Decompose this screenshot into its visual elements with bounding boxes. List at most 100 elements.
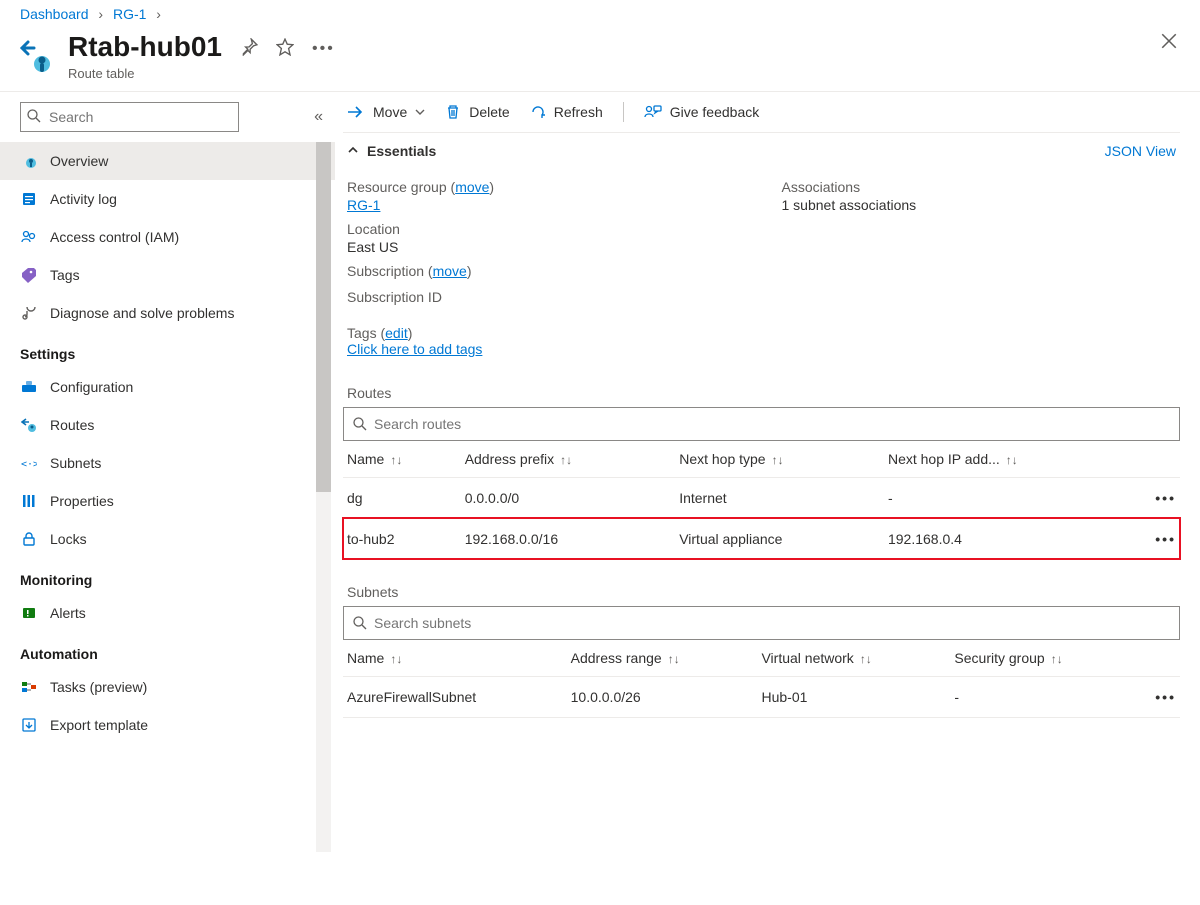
sidebar-item-label: Export template <box>50 717 148 733</box>
sort-icon: ↑↓ <box>860 652 872 666</box>
subnet-range: 10.0.0.0/26 <box>567 676 758 717</box>
subscription-label: Subscription <box>347 263 424 279</box>
routes-search-input[interactable] <box>344 408 1179 440</box>
feedback-button[interactable]: Give feedback <box>644 104 760 120</box>
feedback-label: Give feedback <box>670 104 760 120</box>
sidebar-item-access-control[interactable]: Access control (IAM) <box>0 218 335 256</box>
properties-icon <box>20 492 38 510</box>
star-icon[interactable] <box>276 38 294 59</box>
breadcrumb-item-rg[interactable]: RG-1 <box>113 6 146 22</box>
arrow-right-icon <box>347 105 365 119</box>
route-name: dg <box>343 477 461 518</box>
sidebar-search-input[interactable] <box>20 102 239 132</box>
table-row[interactable]: dg0.0.0.0/0Internet-••• <box>343 477 1180 518</box>
subnet-name: AzureFirewallSubnet <box>343 676 567 717</box>
essentials-collapse-icon[interactable] <box>347 143 359 159</box>
move-label: Move <box>373 104 407 120</box>
sort-icon: ↑↓ <box>390 652 402 666</box>
subnets-title: Subnets <box>347 584 1180 600</box>
sidebar-item-diagnose[interactable]: Diagnose and solve problems <box>0 294 335 332</box>
routes-col-hopip[interactable]: Next hop IP add...↑↓ <box>884 441 1140 478</box>
resource-group-move-link[interactable]: move <box>455 179 489 195</box>
delete-icon <box>445 104 461 120</box>
chevron-down-icon <box>415 107 425 117</box>
associations-label: Associations <box>782 179 1177 195</box>
refresh-button[interactable]: Refresh <box>530 104 603 120</box>
sidebar-section-automation: Automation <box>0 632 335 668</box>
sidebar-item-label: Overview <box>50 153 108 169</box>
routes-col-prefix[interactable]: Address prefix↑↓ <box>461 441 676 478</box>
delete-button[interactable]: Delete <box>445 104 509 120</box>
sidebar-section-monitoring: Monitoring <box>0 558 335 594</box>
subnets-col-sg[interactable]: Security group↑↓ <box>950 640 1140 677</box>
routes-col-hoptype[interactable]: Next hop type↑↓ <box>675 441 884 478</box>
subscription-move-link[interactable]: move <box>433 263 467 279</box>
sidebar-item-label: Subnets <box>50 455 101 471</box>
resource-group-value-link[interactable]: RG-1 <box>347 197 380 213</box>
sidebar-item-overview[interactable]: Overview <box>0 142 335 180</box>
toolbar-separator <box>623 102 624 122</box>
close-icon[interactable] <box>1160 32 1178 53</box>
sort-icon: ↑↓ <box>1006 453 1018 467</box>
table-row[interactable]: to-hub2192.168.0.0/16Virtual appliance19… <box>343 518 1180 559</box>
sidebar-item-label: Routes <box>50 417 94 433</box>
table-row[interactable]: AzureFirewallSubnet10.0.0.0/26Hub-01-••• <box>343 676 1180 717</box>
sidebar-item-export-template[interactable]: Export template <box>0 706 335 744</box>
tags-edit-link[interactable]: edit <box>385 325 408 341</box>
location-label: Location <box>347 221 742 237</box>
sidebar-item-activity-log[interactable]: Activity log <box>0 180 335 218</box>
pin-icon[interactable] <box>240 38 258 59</box>
sidebar-item-configuration[interactable]: Configuration <box>0 368 335 406</box>
scrollbar-thumb[interactable] <box>316 142 331 492</box>
breadcrumb-item-dashboard[interactable]: Dashboard <box>20 6 89 22</box>
chevron-right-icon: › <box>98 6 103 22</box>
route-table-icon <box>20 38 56 74</box>
tags-add-link[interactable]: Click here to add tags <box>347 341 482 357</box>
sidebar-item-tasks[interactable]: Tasks (preview) <box>0 668 335 706</box>
sidebar-item-label: Locks <box>50 531 87 547</box>
alerts-icon <box>20 604 38 622</box>
sort-icon: ↑↓ <box>1051 652 1063 666</box>
subnets-col-name[interactable]: Name↑↓ <box>343 640 567 677</box>
routes-icon <box>20 416 38 434</box>
subnets-search-input[interactable] <box>344 607 1179 639</box>
sidebar-item-alerts[interactable]: Alerts <box>0 594 335 632</box>
collapse-sidebar-icon[interactable]: « <box>314 108 323 126</box>
search-icon <box>352 615 368 634</box>
sidebar-item-tags[interactable]: Tags <box>0 256 335 294</box>
row-actions-icon[interactable]: ••• <box>1155 531 1176 547</box>
route-hopip: 192.168.0.4 <box>884 518 1140 559</box>
overview-icon <box>20 152 38 170</box>
page-title: Rtab-hub01 <box>68 30 222 64</box>
route-name: to-hub2 <box>343 518 461 559</box>
json-view-link[interactable]: JSON View <box>1105 143 1176 159</box>
refresh-label: Refresh <box>554 104 603 120</box>
more-icon[interactable]: ••• <box>312 40 335 58</box>
sidebar-item-subnets[interactable]: <·> Subnets <box>0 444 335 482</box>
sidebar-item-label: Properties <box>50 493 114 509</box>
location-value: East US <box>347 239 742 255</box>
subnets-col-range[interactable]: Address range↑↓ <box>567 640 758 677</box>
sidebar-section-settings: Settings <box>0 332 335 368</box>
refresh-icon <box>530 104 546 120</box>
resource-group-label: Resource group <box>347 179 447 195</box>
sidebar-item-locks[interactable]: Locks <box>0 520 335 558</box>
sort-icon: ↑↓ <box>772 453 784 467</box>
move-button[interactable]: Move <box>347 104 425 120</box>
tags-label: Tags <box>347 325 377 341</box>
subnets-icon: <·> <box>20 454 38 472</box>
tags-icon <box>20 266 38 284</box>
diagnose-icon <box>20 304 38 322</box>
row-actions-icon[interactable]: ••• <box>1155 689 1176 705</box>
subnets-col-vnet[interactable]: Virtual network↑↓ <box>757 640 950 677</box>
activity-log-icon <box>20 190 38 208</box>
routes-col-name[interactable]: Name↑↓ <box>343 441 461 478</box>
essentials-title: Essentials <box>367 143 436 159</box>
configuration-icon <box>20 378 38 396</box>
breadcrumb: Dashboard › RG-1 › <box>0 0 1200 26</box>
sidebar-item-label: Alerts <box>50 605 86 621</box>
row-actions-icon[interactable]: ••• <box>1155 490 1176 506</box>
sidebar-item-routes[interactable]: Routes <box>0 406 335 444</box>
sidebar-item-properties[interactable]: Properties <box>0 482 335 520</box>
delete-label: Delete <box>469 104 509 120</box>
